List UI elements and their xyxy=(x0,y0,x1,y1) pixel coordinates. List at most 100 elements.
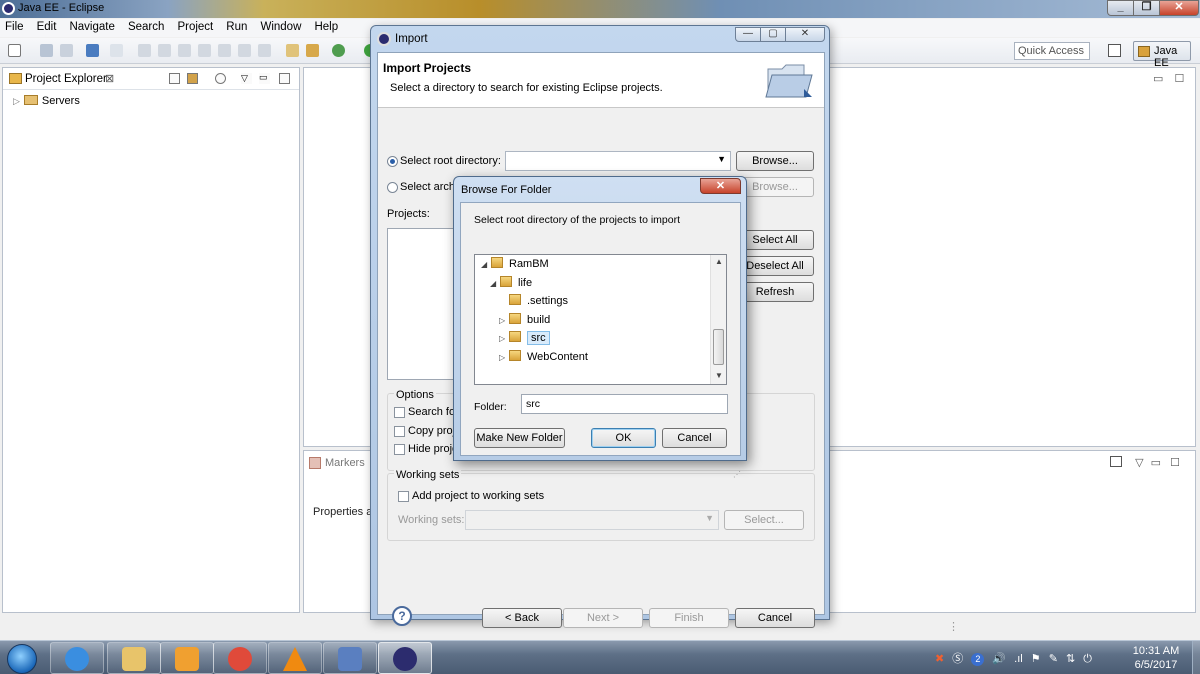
taskbar-clock[interactable]: 10:31 AM 6/5/2017 xyxy=(1125,644,1187,672)
tray-app-icon[interactable]: ✖ xyxy=(935,652,944,665)
working-sets-combo[interactable]: ▼ xyxy=(465,510,719,530)
menu-file[interactable]: File xyxy=(0,19,29,33)
help-icon[interactable]: ? xyxy=(392,606,412,626)
view-menu-icon[interactable]: ▽ xyxy=(241,73,252,84)
step-into-icon[interactable] xyxy=(218,44,231,57)
tree-node-life[interactable]: ◢ life xyxy=(490,275,532,291)
refresh-button[interactable]: Refresh xyxy=(736,282,814,302)
power-plug-icon[interactable]: ⏻ xyxy=(1083,653,1092,666)
save-icon[interactable] xyxy=(40,44,53,57)
browse-archive-button[interactable]: Browse... xyxy=(736,177,814,197)
show-desktop-button[interactable] xyxy=(1192,641,1200,674)
tree-vertical-scrollbar[interactable]: ▲ ▼ xyxy=(710,255,726,384)
deselect-all-button[interactable]: Deselect All xyxy=(736,256,814,276)
close-button[interactable]: ✕ xyxy=(1159,0,1199,16)
collapse-all-icon[interactable] xyxy=(169,73,180,84)
open-console-icon[interactable] xyxy=(86,44,99,57)
search-nested-checkbox[interactable] xyxy=(394,407,405,418)
pen-icon[interactable]: ✎ xyxy=(1049,652,1058,665)
back-button[interactable]: < Back xyxy=(482,608,562,628)
import-close-button[interactable]: ✕ xyxy=(785,27,825,42)
minimize-button[interactable]: _ xyxy=(1107,0,1134,16)
folder-tree[interactable]: ◢ RamBM ◢ life .settings ▷ build ▷ src ▷ WebC… xyxy=(474,254,727,385)
menu-edit[interactable]: Edit xyxy=(32,19,62,33)
maximize-button[interactable]: ❐ xyxy=(1133,0,1160,16)
collapsed-twisty-icon[interactable]: ▷ xyxy=(499,313,509,329)
finish-button[interactable]: Finish xyxy=(649,608,729,628)
open-task-icon[interactable] xyxy=(306,44,319,57)
action-center-flag-icon[interactable]: ⚑ xyxy=(1031,652,1041,665)
maximize-panel-icon[interactable]: ☐ xyxy=(1170,457,1180,469)
scrollbar-thumb[interactable] xyxy=(713,329,724,365)
maximize-editor-icon[interactable]: ☐ xyxy=(1174,73,1184,85)
menu-window[interactable]: Window xyxy=(255,19,306,33)
menu-project[interactable]: Project xyxy=(172,19,218,33)
step-return-icon[interactable] xyxy=(258,44,271,57)
taskbar-file-explorer[interactable] xyxy=(107,642,161,674)
maximize-view-icon[interactable] xyxy=(279,73,290,84)
terminate-icon[interactable] xyxy=(178,44,191,57)
taskbar-vlc[interactable] xyxy=(268,642,322,674)
tree-node-src[interactable]: ▷ src xyxy=(499,330,550,346)
expand-arrow-icon[interactable]: ▷ xyxy=(13,96,20,106)
menu-run[interactable]: Run xyxy=(221,19,252,33)
select-all-button[interactable]: Select All xyxy=(736,230,814,250)
resume-icon[interactable] xyxy=(138,44,151,57)
import-minimize-button[interactable]: — xyxy=(735,27,761,42)
menu-navigate[interactable]: Navigate xyxy=(64,19,119,33)
open-type-icon[interactable] xyxy=(286,44,299,57)
menu-search[interactable]: Search xyxy=(123,19,169,33)
minimize-view-icon[interactable]: ▭ xyxy=(259,73,270,84)
hide-projects-checkbox[interactable] xyxy=(394,444,405,455)
browse-close-button[interactable]: ✕ xyxy=(700,178,741,194)
make-new-folder-button[interactable]: Make New Folder xyxy=(474,428,565,448)
skype-icon[interactable]: Ⓢ xyxy=(952,650,963,666)
taskbar-internet-explorer[interactable] xyxy=(50,642,104,674)
link-editor-icon[interactable] xyxy=(187,73,198,84)
tree-node-settings[interactable]: .settings xyxy=(499,293,568,309)
window-titlebar[interactable]: Java EE - Eclipse xyxy=(0,0,1200,18)
close-view-icon[interactable]: ⊠ xyxy=(105,72,114,85)
chevron-down-icon[interactable]: ▼ xyxy=(717,154,726,164)
scroll-down-icon[interactable]: ▼ xyxy=(715,371,723,380)
tree-item-servers[interactable]: ▷ Servers xyxy=(13,95,80,107)
quick-access-input[interactable]: Quick Access xyxy=(1014,42,1090,60)
folder-input[interactable]: src xyxy=(521,394,728,414)
scroll-up-icon[interactable]: ▲ xyxy=(715,257,723,266)
step-over-icon[interactable] xyxy=(238,44,251,57)
select-archive-radio[interactable] xyxy=(387,182,398,193)
ok-button[interactable]: OK xyxy=(591,428,656,448)
project-explorer-tab[interactable]: Project Explorer xyxy=(25,73,107,85)
markers-tab[interactable]: Markers xyxy=(309,457,365,469)
network-signal-icon[interactable]: .ıl xyxy=(1014,653,1023,665)
new-console-icon[interactable] xyxy=(1110,456,1122,467)
disconnect-icon[interactable] xyxy=(198,44,211,57)
browse-cancel-button[interactable]: Cancel xyxy=(662,428,727,448)
taskbar-chrome[interactable] xyxy=(213,642,267,674)
view-menu-icon[interactable]: ▽ xyxy=(1135,457,1143,469)
tree-node-webcontent[interactable]: ▷ WebContent xyxy=(499,349,588,365)
select-root-radio[interactable] xyxy=(387,156,398,167)
tree-node-rambm[interactable]: ◢ RamBM xyxy=(481,256,549,272)
suspend-icon[interactable] xyxy=(158,44,171,57)
java-ee-perspective-button[interactable]: Java EE xyxy=(1133,41,1191,69)
save-all-icon[interactable] xyxy=(60,44,73,57)
taskbar-eclipse[interactable] xyxy=(378,642,432,674)
network-icon[interactable]: ⇅ xyxy=(1066,652,1075,665)
skip-breakpoints-icon[interactable] xyxy=(110,44,123,57)
minimize-panel-icon[interactable]: ▭ xyxy=(1151,457,1161,469)
notification-badge[interactable]: 2 xyxy=(971,653,985,666)
minimize-editor-icon[interactable]: ▭ xyxy=(1153,73,1163,85)
open-perspective-icon[interactable] xyxy=(1108,44,1121,57)
chevron-down-icon[interactable]: ▼ xyxy=(705,513,714,523)
taskbar-media-player[interactable] xyxy=(160,642,214,674)
cancel-button[interactable]: Cancel xyxy=(735,608,815,628)
browse-root-button[interactable]: Browse... xyxy=(736,151,814,171)
add-to-working-sets-checkbox[interactable] xyxy=(398,491,409,502)
debug-icon[interactable] xyxy=(332,44,345,57)
expanded-twisty-icon[interactable]: ◢ xyxy=(490,276,500,292)
next-button[interactable]: Next > xyxy=(563,608,643,628)
taskbar-remote-desktop[interactable] xyxy=(323,642,377,674)
root-directory-combo[interactable]: ▼ xyxy=(505,151,731,171)
collapsed-twisty-icon[interactable]: ▷ xyxy=(499,350,509,366)
